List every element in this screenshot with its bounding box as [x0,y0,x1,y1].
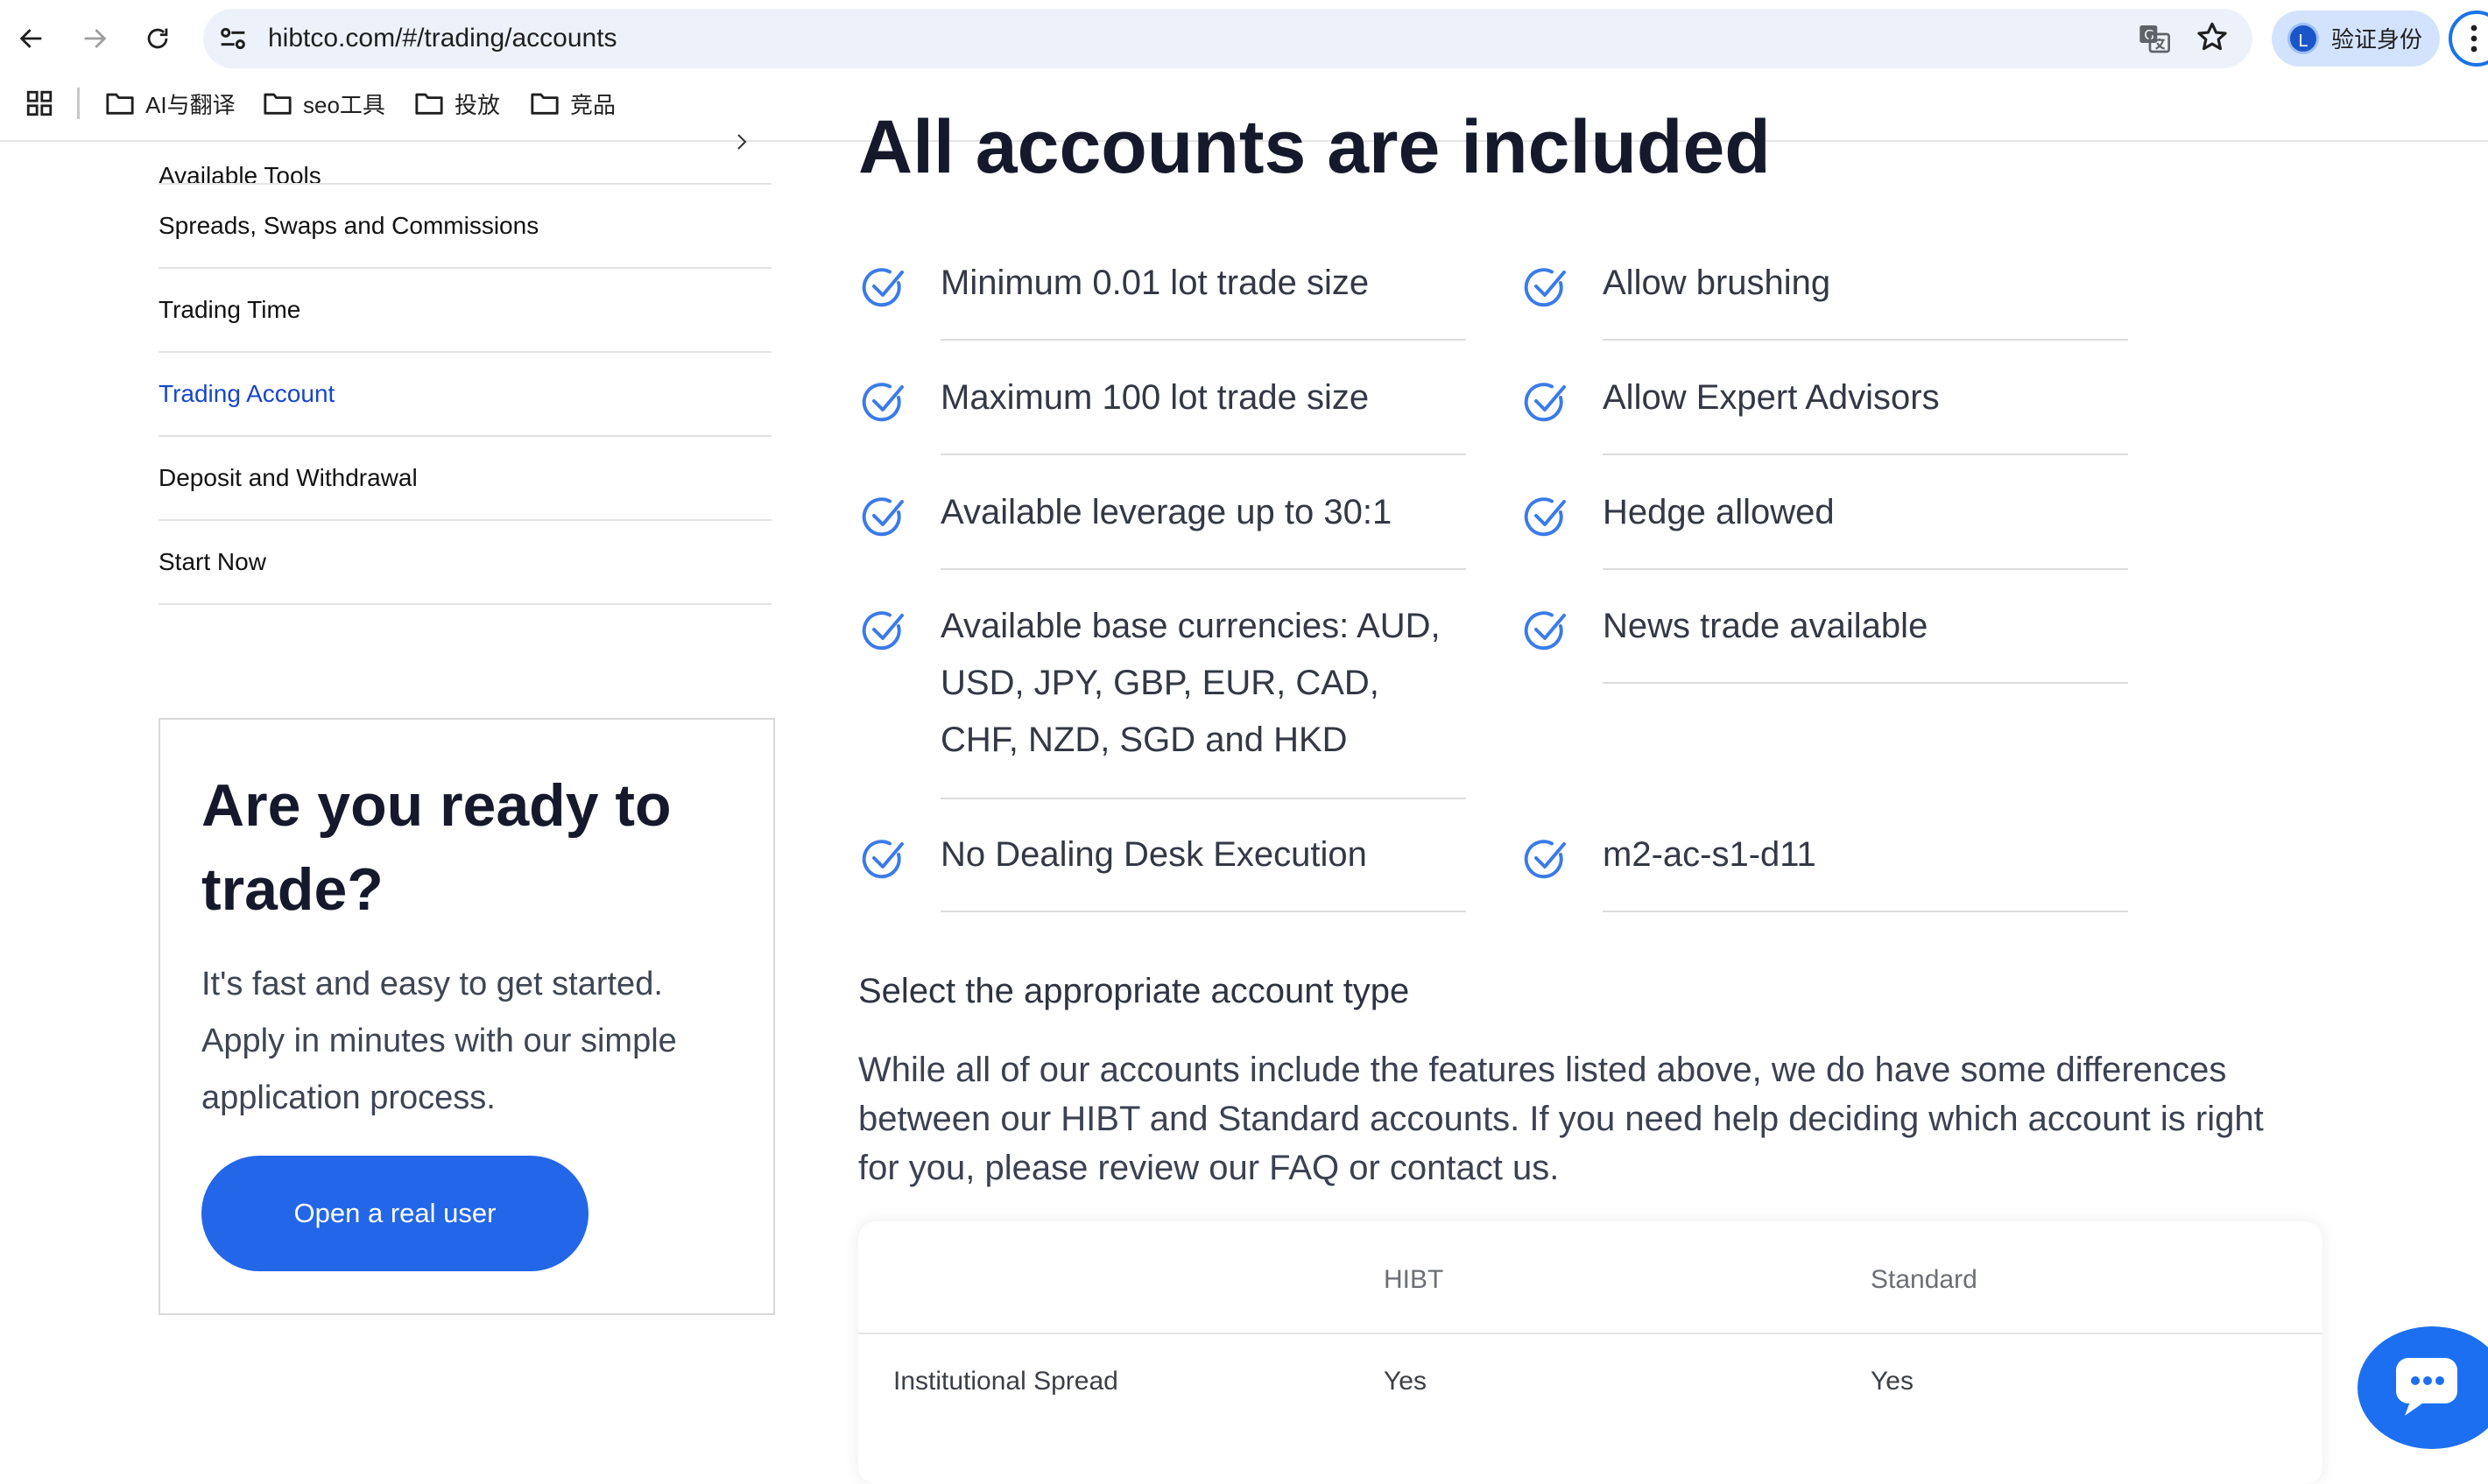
forward-button[interactable] [75,19,114,58]
chat-support-button[interactable] [2358,1326,2488,1449]
feature-text: No Dealing Desk Execution [941,835,1367,874]
section-heading: Select the appropriate account type [858,972,1410,1010]
forward-arrow-icon [84,29,107,48]
feature-text: News trade available [1603,607,1928,645]
bookmark-star-icon[interactable] [2194,19,2231,56]
open-real-user-button[interactable]: Open a real user [201,1156,589,1271]
check-circle-icon [862,383,904,422]
check-circle-icon [1524,268,1566,307]
feature-divider [941,339,1466,341]
comparison-table [858,1221,2322,1484]
url-text[interactable]: hibtco.com/#/trading/accounts [268,21,617,56]
feature-text: m2-ac-s1-d11 [1603,835,1816,874]
section-description: While all of our accounts include the fe… [858,1051,2264,1187]
sidebar-item-label: Spreads, Swaps and Commissions [159,212,539,239]
table-header-hibt: HIBT [1384,1265,1444,1294]
avatar: L [2287,23,2319,54]
reload-button[interactable] [138,19,177,58]
feature-text: Maximum 100 lot trade size [941,378,1370,417]
profile-label: 验证身份 [2331,26,2423,53]
check-circle-icon [1524,497,1566,537]
sidebar-item-start-now[interactable]: Start Now [159,521,772,605]
back-button[interactable] [12,19,51,58]
feature-text: Allow brushing [1603,264,1831,302]
check-circle-icon [862,611,904,651]
sidebar-item-label: Trading Time [159,296,301,323]
feature-text: Available leverage up to 30:1 [941,493,1392,531]
feature-divider [941,454,1466,455]
table-cell-hibt: Yes [1384,1367,1427,1396]
feature-divider [1603,568,2128,570]
feature-divider [1603,339,2128,341]
table-divider [858,1333,2322,1334]
check-circle-icon [862,268,904,307]
table-cell-standard: Yes [1871,1367,1914,1396]
cta-title: Are you ready to trade? [201,772,672,923]
check-circle-icon [862,497,904,537]
more-vert-icon [2470,25,2477,53]
chevron-right-icon [737,101,758,183]
sidebar-item-label: Deposit and Withdrawal [159,464,418,491]
sidebar-item-deposit-withdrawal[interactable]: Deposit and Withdrawal [159,437,772,521]
feature-divider [941,911,1466,912]
check-circle-icon [1524,840,1566,879]
feature-divider [941,568,1466,570]
feature-divider [941,798,1466,799]
feature-text: Hedge allowed [1603,493,1835,531]
folder-icon [106,93,134,115]
sidebar-item-spreads[interactable]: Spreads, Swaps and Commissions [159,185,772,269]
apps-grid-icon[interactable] [25,88,54,118]
cta-description: It's fast and easy to get started. Apply… [201,966,677,1116]
translate-icon[interactable]: G [2137,21,2172,56]
sidebar-item-label: Available Tools [159,162,321,185]
sidebar-item-trading-account[interactable]: Trading Account [159,353,772,437]
check-circle-icon [862,840,904,879]
feature-divider [1603,911,2128,912]
check-circle-icon [1524,611,1566,651]
feature-text: Allow Expert Advisors [1603,378,1940,417]
sidebar-item-label: Start Now [159,548,266,575]
feature-text: Minimum 0.01 lot trade size [941,264,1370,302]
bookmark-separator [77,88,80,119]
chat-icon [2396,1358,2457,1416]
site-info-icon[interactable] [215,21,250,56]
feature-divider [1603,454,2128,455]
reload-icon [147,28,168,49]
back-arrow-icon [19,29,42,48]
table-header-standard: Standard [1871,1265,1977,1294]
sidebar-item-available-tools[interactable]: Available Tools [159,101,772,185]
check-circle-icon [1524,383,1566,422]
feature-divider [1603,682,2128,684]
sidebar-item-label: Trading Account [159,380,335,407]
sidebar-item-trading-time[interactable]: Trading Time [159,269,772,353]
page-title: All accounts are included [858,105,1771,189]
table-cell-label: Institutional Spread [893,1367,1118,1396]
feature-text: Available base currencies: AUD, USD, JPY… [941,607,1441,759]
